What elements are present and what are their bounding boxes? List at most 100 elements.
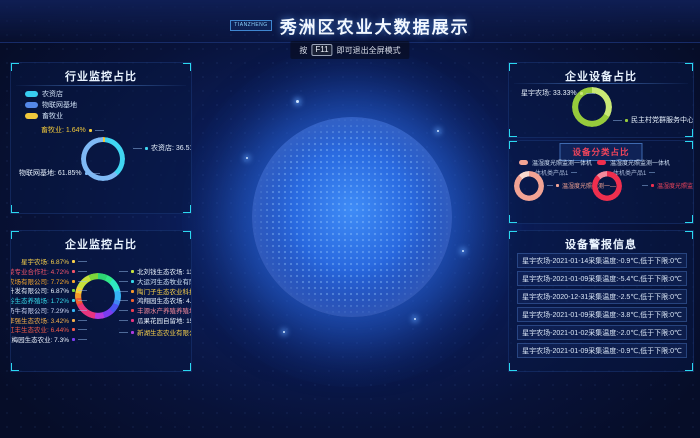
corner-bracket [11,363,19,371]
legend-item-husbandry[interactable]: 畜牧业 [25,111,63,121]
alarm-text: 星宇农场-2021-01-09采集温度:-5.4℃,低于下限:0℃ [522,274,682,284]
leader-line [78,281,87,282]
alarm-text: 星宇农场-2021-01-09采集温度:-0.9℃,低于下限:0℃ [522,346,682,356]
leader-line [78,310,87,311]
corner-bracket [509,141,517,149]
leader-line [547,185,553,186]
leader-line [78,320,87,321]
leader-line [119,300,128,301]
series-dot [131,270,134,273]
legend-label: 温湿度光照监测一体机 [532,158,592,167]
alarm-row[interactable]: 星宇农场-2021-01-09采集温度:-3.8℃,低于下限:0℃ [517,307,687,322]
fullscreen-hint: 按 F11 即可退出全屏模式 [290,41,409,59]
leader-line [586,93,595,94]
legend-item-store[interactable]: 农资店 [25,89,63,99]
callout-row: 翔升发有限公司: 6.87% [10,285,87,295]
device-donut-right[interactable] [592,171,622,201]
callout-row: 新湖生态农业有限公司: 6.87% [119,327,192,337]
callout-iot: 物联网基地: 61.85% [19,168,100,178]
legend-label: 物联网基地 [42,100,77,110]
panel-title: 行业监控占比 [11,68,191,84]
panel-enterprise-ratio: 企业监控占比 星宇农场: 6.87% 秀洲蔬菜专业合作社: 4.72% 家绿农场… [10,230,192,372]
header-title-row: TIANZHENG 秀洲区农业大数据展示 [0,13,700,38]
legend-item-device-right[interactable]: 温湿度光照监测一体机 [597,158,670,167]
panel-equipment-ratio: 企业设备占比 星宇农场: 33.33% 民主村党群服务中心: [508,62,694,138]
alarm-row[interactable]: 星宇农场-2021-01-09采集温度:-5.4℃,低于下限:0℃ [517,271,687,286]
hint-prefix: 按 [299,45,307,56]
alarm-row[interactable]: 星宇农场-2021-01-09采集温度:-0.9℃,低于下限:0℃ [517,343,687,358]
callout-row: 红丰生态农业: 6.44% [10,324,87,334]
alarm-row[interactable]: 星宇农场-2021-01-14采集温度:-0.9℃,低于下限:0℃ [517,253,687,268]
legend-item-iot[interactable]: 物联网基地 [25,100,77,110]
leader-line [78,290,87,291]
corner-bracket [685,129,693,137]
series-dot [85,172,88,175]
legend-item-device-left[interactable]: 温湿度光照监测一体机 [519,158,592,167]
series-dot [131,319,134,322]
alarm-row[interactable]: 星宇农场-2021-01-02采集温度:-2.0℃,低于下限:0℃ [517,325,687,340]
leader-line [95,130,104,131]
corner-bracket [509,215,517,223]
f11-keycap: F11 [311,44,332,56]
sparkle-dot [414,318,416,320]
series-dot [625,119,628,122]
page-title: 秀洲区农业大数据展示 [280,13,470,38]
series-dot [72,299,75,302]
legend-swatch [519,160,528,165]
corner-bracket [509,129,517,137]
callout-row: 中奶牛有限公司: 7.29% [10,305,87,315]
panel-title: 企业设备占比 [509,68,693,84]
panel-industry-ratio: 行业监控占比 农资店 物联网基地 畜牧业 畜牧业: 1.64% 农资店: 36.… [10,62,192,214]
sparkle-dot [296,100,299,103]
series-dot [131,299,134,302]
device-donut-left[interactable] [514,171,544,201]
series-dot [131,331,134,334]
series-dot [131,290,134,293]
corner-bracket [685,363,693,371]
alarm-row[interactable]: 星宇农场-2020-12-31采集温度:-2.5℃,低于下限:0℃ [517,289,687,304]
series-dot [89,129,92,132]
callout-text: 瓜果花园自留地: 15.02% [137,315,192,325]
callout-row: 瓜果花园自留地: 15.02% [119,315,192,325]
leader-line [119,332,128,333]
title-divider [16,85,186,86]
callout-husbandry: 畜牧业: 1.64% [41,125,104,135]
legend-swatch [25,102,38,108]
corner-bracket [11,205,19,213]
globe-dot-map [252,117,452,317]
hint-suffix: 即可退出全屏模式 [337,45,401,56]
series-dot [651,184,654,187]
callout-text: 民主村党群服务中心: [631,115,694,125]
leader-line [642,185,648,186]
series-dot [131,309,134,312]
legend-label: 畜牧业 [42,111,63,121]
panel-device-alarms: 设备警报信息 星宇农场-2021-01-14采集温度:-0.9℃,低于下限:0℃… [508,230,694,372]
series-dot [131,280,134,283]
corner-bracket [685,215,693,223]
callout-text: 秀洲蔬菜专业合作社: 4.72% [10,266,69,276]
callout-text: 中奶牛有限公司: 7.29% [10,305,69,315]
callout-text: 翔升发有限公司: 6.87% [10,285,69,295]
logo-badge: TIANZHENG [230,20,271,31]
series-dot [72,289,75,292]
leader-line [649,172,655,173]
panel-title: 设备警报信息 [509,236,693,252]
callout-row: 星宇农场: 6.87% [21,256,87,266]
legend-label: 农资店 [42,89,63,99]
title-divider [514,83,688,84]
sparkle-dot [246,157,248,159]
series-dot [72,270,75,273]
series-dot [580,92,583,95]
leader-line [119,310,128,311]
callout-row: 鸿翔园生态农场: 4.29% [119,295,192,305]
sparkle-dot [283,331,285,333]
callout-text: 星宇农场: 6.87% [21,256,69,266]
leader-line [78,329,87,330]
alarm-text: 星宇农场-2021-01-02采集温度:-2.0℃,低于下限:0℃ [522,328,682,338]
alarm-text: 星宇农场-2021-01-09采集温度:-3.8℃,低于下限:0℃ [522,310,682,320]
callout-text: 物联网基地: 61.85% [19,168,82,178]
legend-swatch [25,91,38,97]
callout-text: 上谷生态养殖场: 1.72% [10,295,69,305]
callout-text: 新湖生态农业有限公司: 6.87% [137,327,192,337]
leader-line [78,339,87,340]
